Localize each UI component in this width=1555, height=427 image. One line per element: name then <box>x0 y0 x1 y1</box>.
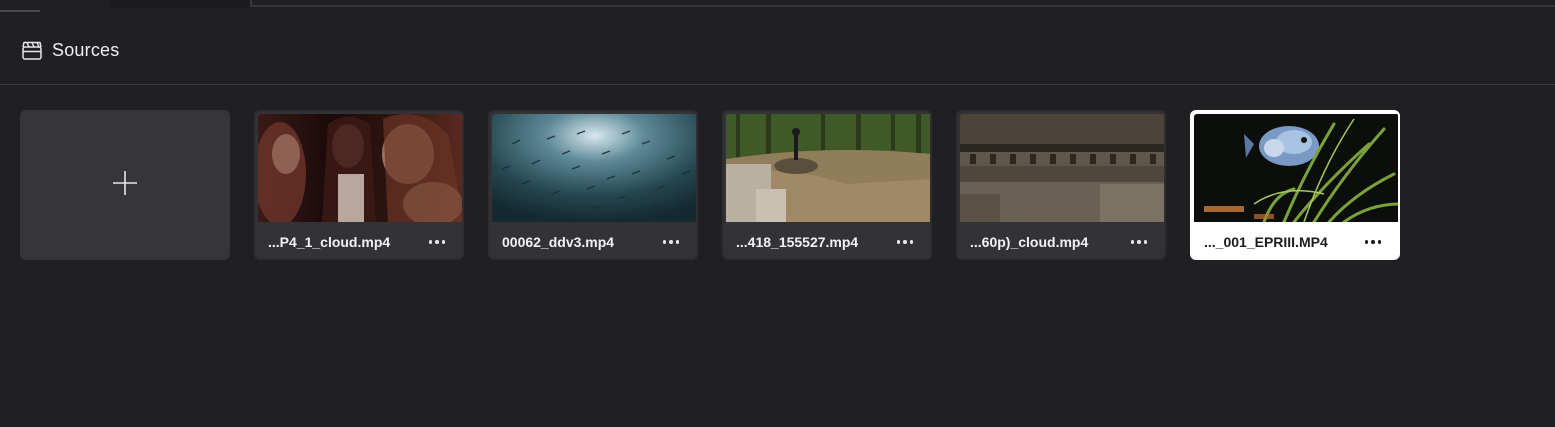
tab-indicator[interactable] <box>0 0 40 12</box>
top-tab-strip <box>0 0 1555 12</box>
plus-icon <box>112 170 138 201</box>
panel-title: Sources <box>52 39 120 60</box>
sources-header: Sources <box>0 16 1555 85</box>
media-card[interactable]: 00062_ddv3.mp4 <box>488 110 698 260</box>
media-filename: 00062_ddv3.mp4 <box>502 234 615 250</box>
clapperboard-icon <box>21 39 43 61</box>
media-card-footer: 00062_ddv3.mp4 <box>490 224 696 258</box>
media-filename: ...418_155527.mp4 <box>736 234 859 250</box>
video-thumbnail <box>960 114 1164 222</box>
video-thumbnail <box>1194 114 1398 222</box>
media-card-footer: ...418_155527.mp4 <box>724 224 930 258</box>
media-card-footer: ...60p)_cloud.mp4 <box>958 224 1164 258</box>
more-options-icon[interactable] <box>424 232 450 252</box>
media-card[interactable]: ...P4_1_cloud.mp4 <box>254 110 464 260</box>
media-filename: ...P4_1_cloud.mp4 <box>268 234 391 250</box>
media-grid: ...P4_1_cloud.mp4 00062_ddv3.mp4 ...418_… <box>20 110 1400 260</box>
media-filename: ...60p)_cloud.mp4 <box>970 234 1089 250</box>
more-options-icon[interactable] <box>892 232 918 252</box>
more-options-icon[interactable] <box>658 232 684 252</box>
media-filename: ..._001_EPRIII.MP4 <box>1204 234 1328 250</box>
tab-bar-border <box>250 0 1555 7</box>
media-card-footer: ...P4_1_cloud.mp4 <box>256 224 462 258</box>
media-card[interactable]: ...60p)_cloud.mp4 <box>956 110 1166 260</box>
media-card-selected[interactable]: ..._001_EPRIII.MP4 <box>1190 110 1400 260</box>
video-thumbnail <box>492 114 696 222</box>
media-card-footer: ..._001_EPRIII.MP4 <box>1192 224 1398 258</box>
tab-active[interactable] <box>110 0 250 8</box>
more-options-icon[interactable] <box>1360 232 1386 252</box>
add-media-button[interactable] <box>20 110 230 260</box>
video-thumbnail <box>258 114 462 222</box>
media-card[interactable]: ...418_155527.mp4 <box>722 110 932 260</box>
more-options-icon[interactable] <box>1126 232 1152 252</box>
video-thumbnail <box>726 114 930 222</box>
